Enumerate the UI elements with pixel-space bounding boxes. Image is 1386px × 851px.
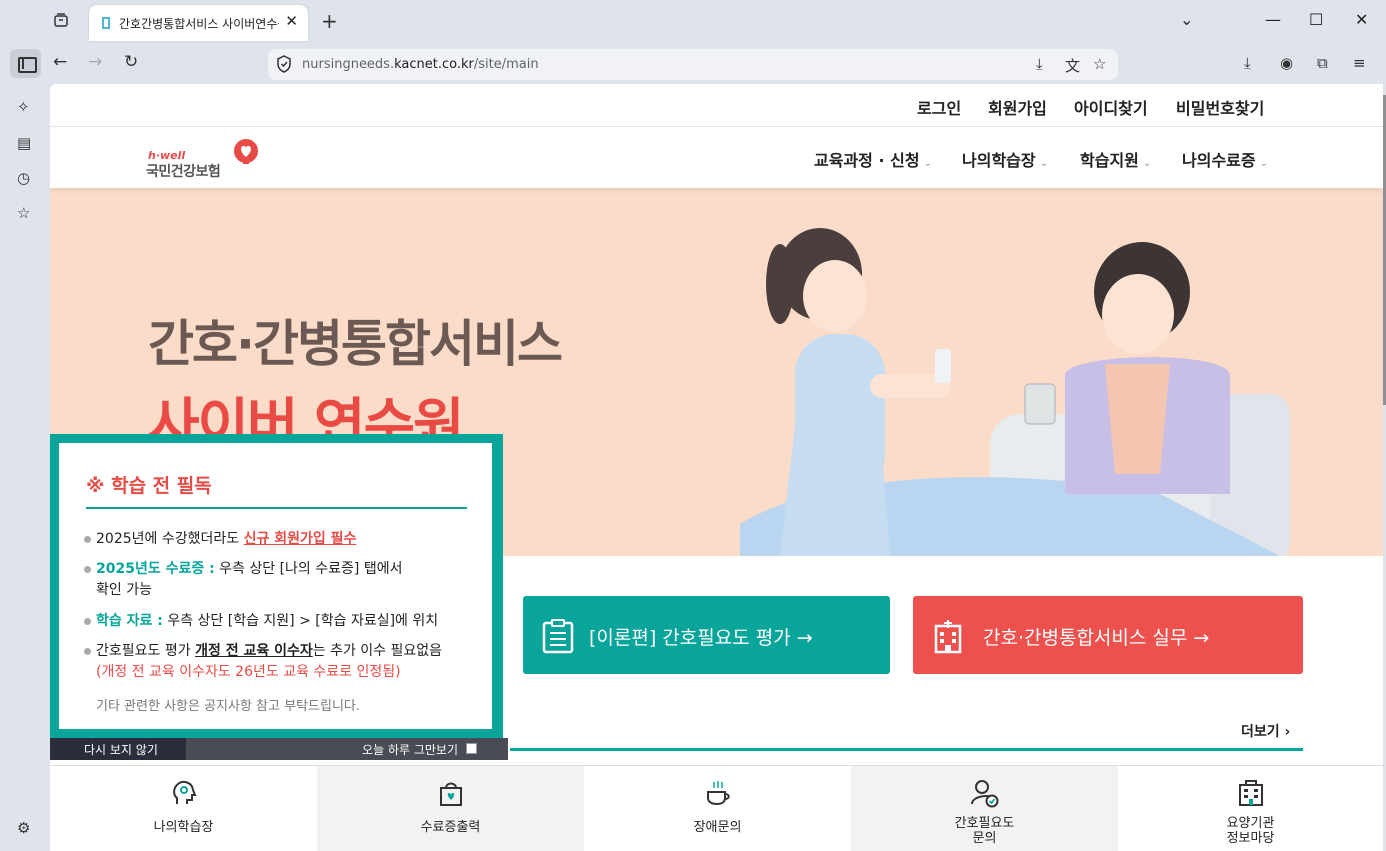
coffee-cup-icon: [706, 781, 730, 806]
tab-close-icon[interactable]: ✕: [285, 12, 298, 30]
reading-list-icon[interactable]: ▤: [17, 134, 31, 152]
sidebar-toggle-button[interactable]: [10, 49, 41, 78]
maximize-button[interactable]: ☐: [1309, 10, 1323, 29]
browser-sidebar: ✧ ▤ ◷ ☆ ⚙: [0, 84, 50, 851]
login-link[interactable]: 로그인: [917, 95, 961, 119]
site-logo[interactable]: h·well 국민건강보험: [146, 139, 266, 180]
heart-logo-icon: [234, 139, 258, 164]
popup-footer-note: 기타 관련한 사항은 공지사항 참고 부탁드립니다.: [96, 699, 360, 714]
gnb-my-learning[interactable]: 나의학습장 ⌄: [962, 147, 1048, 171]
popup-item-materials: 학습 자료 : 우측 상단 [학습 지원] > [학습 자료실]에 위치: [83, 611, 438, 632]
site-info-icon[interactable]: [276, 55, 292, 73]
quick-my-learning-label: 나의학습장: [153, 820, 214, 835]
user-check-icon: [970, 780, 998, 808]
quick-menu: 나의학습장 수료증출력 장애문의 간호필요도 문의 요양기관 정보마당: [50, 765, 1383, 851]
popup-divider: [86, 507, 467, 509]
hospital-icon: [934, 620, 962, 654]
popup-item-certificate: 2025년도 수료증 : 우측 상단 [나의 수료증] 탭에서 확인 가능: [83, 559, 402, 601]
hero-title: 간호·간병통합서비스: [148, 315, 563, 373]
browser-tab-active[interactable]: 간호간병통합서비스 사이버연수원 ✕: [89, 5, 308, 41]
tab-overview-icon[interactable]: [50, 12, 72, 32]
theory-evaluation-label: [이론편] 간호필요도 평가 →: [589, 627, 813, 649]
minimize-button[interactable]: —: [1265, 10, 1281, 29]
chevron-down-icon: ⌄: [923, 158, 932, 169]
settings-icon[interactable]: ⚙: [17, 819, 30, 837]
translate-icon[interactable]: 文: [1065, 55, 1080, 76]
chevron-down-icon: ⌄: [1259, 158, 1268, 169]
bookmark-star-icon[interactable]: ☆: [1093, 55, 1106, 73]
gnb-courses[interactable]: 교육과정 · 신청 ⌄: [814, 147, 932, 171]
page-viewport: 로그인 회원가입 아이디찾기 비밀번호찾기 h·well 국민건강보험 교육과정…: [50, 84, 1383, 851]
url-text: nursingneeds.kacnet.co.kr/site/main: [302, 57, 539, 72]
popup-controls: 다시 보지 않기 오늘 하루 그만보기: [50, 738, 508, 760]
browser-tab-bar: 간호간병통합서비스 사이버연수원 ✕ + ⌄ — ☐ ✕: [0, 0, 1386, 44]
close-window-button[interactable]: ✕: [1355, 10, 1368, 29]
address-bar[interactable]: nursingneeds.kacnet.co.kr/site/main ⤓ 文 …: [268, 49, 1118, 80]
menu-icon[interactable]: ≡: [1353, 54, 1366, 72]
popup-title: ※ 학습 전 필독: [86, 475, 212, 497]
service-practice-button[interactable]: 간호·간병통합서비스 실무 →: [913, 596, 1303, 674]
main-nav: h·well 국민건강보험 교육과정 · 신청 ⌄ 나의학습장 ⌄ 학습지원 ⌄ 나의…: [50, 127, 1383, 188]
install-app-icon[interactable]: ⤓: [1036, 55, 1043, 73]
site-favicon-icon: [102, 17, 110, 29]
board-divider: [510, 748, 1303, 751]
signup-link[interactable]: 회원가입: [988, 95, 1047, 119]
popup-item-signup: 2025년에 수강했더라도 신규 회원가입 필수: [83, 529, 356, 550]
reload-button[interactable]: ↻: [124, 52, 138, 72]
nurse-patient-illustration: [740, 228, 1290, 556]
find-id-link[interactable]: 아이디찾기: [1074, 95, 1148, 119]
quick-nursing-needs-label-2: 문의: [972, 831, 997, 846]
head-brain-icon: [172, 781, 196, 804]
service-practice-label: 간호·간병통합서비스 실무 →: [983, 627, 1210, 649]
extensions-icon[interactable]: ⧉: [1317, 54, 1328, 72]
quick-nursing-needs-inquiry[interactable]: 간호필요도 문의: [851, 766, 1118, 851]
quick-my-learning[interactable]: 나의학습장: [50, 766, 317, 851]
chevron-down-icon: ⌄: [1142, 158, 1152, 169]
history-icon[interactable]: ◷: [17, 169, 30, 187]
quick-care-facility-info[interactable]: 요양기관 정보마당: [1118, 766, 1383, 851]
copilot-icon[interactable]: ✧: [17, 98, 30, 116]
new-tab-button[interactable]: +: [321, 9, 338, 33]
favorites-icon[interactable]: ☆: [17, 204, 30, 222]
quick-care-facility-label-2: 정보마당: [1226, 831, 1275, 846]
hide-today-checkbox[interactable]: [466, 743, 477, 754]
profile-icon[interactable]: ◉: [1280, 54, 1293, 72]
downloads-icon[interactable]: ⤓: [1244, 54, 1251, 72]
quick-certificate-print[interactable]: 수료증출력: [317, 766, 584, 851]
tab-title: 간호간병통합서비스 사이버연수원: [119, 17, 279, 31]
quick-trouble-inquiry-label: 장애문의: [693, 820, 742, 835]
tab-list-chevron-icon[interactable]: ⌄: [1180, 10, 1193, 29]
theory-evaluation-button[interactable]: [이론편] 간호필요도 평가 →: [523, 596, 890, 674]
dont-show-again-button[interactable]: 다시 보지 않기: [50, 738, 186, 760]
hide-today-label[interactable]: 오늘 하루 그만보기: [362, 741, 458, 758]
browser-toolbar: ← → ↻ nursingneeds.kacnet.co.kr/site/mai…: [0, 44, 1386, 84]
chevron-down-icon: ⌄: [1039, 158, 1048, 169]
building-icon: [1238, 780, 1263, 806]
logo-org-name: 국민건강보험: [146, 164, 221, 180]
more-link[interactable]: 더보기 ›: [1241, 721, 1290, 741]
popup-item-evaluation: 간호필요도 평가 개정 전 교육 이수자는 추가 이수 필요없음 (개정 전 교육…: [83, 641, 442, 683]
clipboard-icon: [542, 619, 574, 654]
notice-popup: ※ 학습 전 필독 2025년에 수강했더라도 신규 회원가입 필수 2025년…: [50, 434, 503, 738]
utility-nav: 로그인 회원가입 아이디찾기 비밀번호찾기: [50, 84, 1383, 127]
quick-certificate-print-label: 수료증출력: [420, 820, 481, 835]
gnb-learning-support[interactable]: 학습지원 ⌄: [1080, 147, 1151, 171]
notice-popup-body: ※ 학습 전 필독 2025년에 수강했더라도 신규 회원가입 필수 2025년…: [59, 443, 492, 729]
gnb-my-certificate[interactable]: 나의수료증 ⌄: [1182, 147, 1268, 171]
find-password-link[interactable]: 비밀번호찾기: [1176, 95, 1264, 119]
shopping-bag-icon: [439, 782, 462, 806]
quick-trouble-inquiry[interactable]: 장애문의: [584, 766, 851, 851]
forward-button[interactable]: →: [88, 52, 102, 72]
back-button[interactable]: ←: [53, 52, 67, 72]
